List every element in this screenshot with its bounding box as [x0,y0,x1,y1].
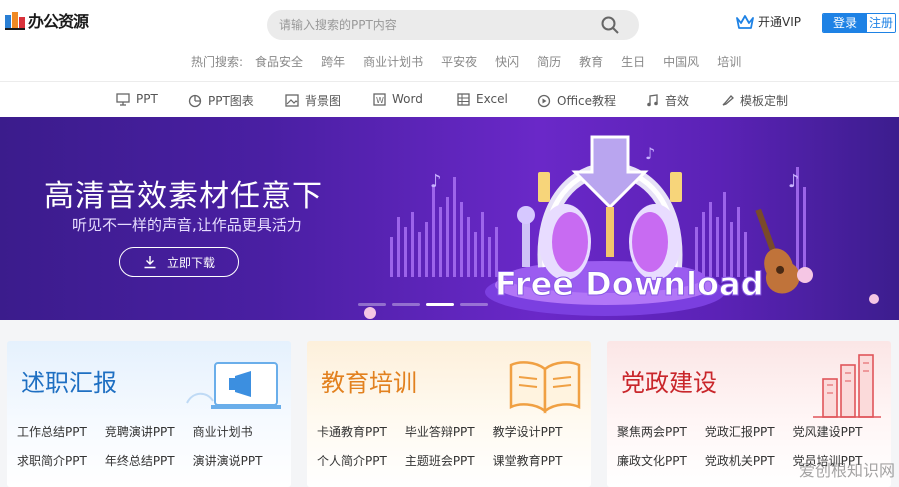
logo-text: 办公资源 [28,12,89,31]
nav-label: PPT [136,92,158,106]
watermark: 爱创根知识网 [798,461,895,480]
svg-text:♪: ♪ [430,171,442,192]
svg-text:♪: ♪ [645,144,655,163]
carousel-dots [358,303,494,306]
card-links: 工作总结PPT 竞聘演讲PPT 商业计划书 求职简介PPT 年终总结PPT 演讲… [17,423,287,481]
card-title: 述职汇报 [21,369,117,397]
excel-icon [457,92,470,106]
card-link[interactable]: 党政汇报PPT [705,423,775,440]
card-link[interactable]: 商业计划书 [193,423,253,440]
download-now-button[interactable]: 立即下载 [119,247,239,277]
card-links: 卡通教育PPT 毕业答辩PPT 教学设计PPT 个人简介PPT 主题班会PPT … [317,423,587,481]
banner-illustration: ♪ ♪ ♪ Free Download [364,135,879,319]
hot-search-item[interactable]: 商业计划书 [363,53,423,70]
crown-icon [736,14,754,29]
nav-item-excel[interactable]: Excel [457,92,508,106]
carousel-dot-active[interactable] [426,303,454,306]
header: 办公资源 开通VIP 登录 注册 热门搜索: 食品安全 跨年 商业计划书 平安夜… [0,0,899,82]
download-icon [144,256,156,269]
hot-search-item[interactable]: 生日 [621,53,645,70]
megaphone-icon [186,362,281,409]
card-link[interactable]: 主题班会PPT [405,452,475,469]
nav-label: Word [392,92,423,106]
card-link[interactable]: 竞聘演讲PPT [105,423,175,440]
card-link[interactable]: 演讲演说PPT [193,452,263,469]
music-icon [647,94,658,107]
image-icon [285,94,299,107]
hot-search-item[interactable]: 中国风 [663,53,699,70]
nav-item-sound[interactable]: 音效 [646,92,689,109]
card-link[interactable]: 课堂教育PPT [493,452,563,469]
card-title: 党政建设 [621,369,717,397]
card-link[interactable]: 年终总结PPT [105,452,175,469]
svg-text:W: W [376,96,384,105]
category-cards: 述职汇报 工作总结PPT 竞聘演讲PPT 商业计划书 求职简介PPT 年终总结P… [0,320,899,487]
card-title: 教育培训 [321,369,417,397]
card-link[interactable]: 工作总结PPT [17,423,87,440]
hot-search-item[interactable]: 平安夜 [441,53,477,70]
word-icon: W [373,92,386,106]
hot-search-item[interactable]: 快闪 [495,53,519,70]
search-bar [267,10,639,40]
nav-item-word[interactable]: W Word [373,92,423,106]
auth-buttons: 登录 注册 [822,13,896,33]
card-education[interactable]: 教育培训 卡通教育PPT 毕业答辩PPT 教学设计PPT 个人简介PPT 主题班… [307,341,591,487]
pie-chart-icon [188,94,202,107]
card-link[interactable]: 廉政文化PPT [617,452,687,469]
vip-link[interactable]: 开通VIP [736,13,801,30]
nav-label: 音效 [665,94,690,108]
login-button[interactable]: 登录 [823,14,867,32]
card-link[interactable]: 教学设计PPT [493,423,563,440]
carousel-dot[interactable] [460,303,488,306]
hot-search-item[interactable]: 培训 [717,53,741,70]
nav-item-background[interactable]: 背景图 [285,92,341,109]
hot-search-item[interactable]: 简历 [537,53,561,70]
bar-columns-icon [813,354,881,418]
card-link[interactable]: 党风建设PPT [793,423,863,440]
hot-search: 热门搜索: 食品安全 跨年 商业计划书 平安夜 快闪 简历 教育 生日 中国风 … [191,53,759,70]
banner-title: 高清音效素材任意下 [44,179,323,214]
card-link[interactable]: 党政机关PPT [705,452,775,469]
banner-art-text: Free Download [495,265,763,303]
brush-icon [722,95,734,106]
search-icon[interactable] [601,16,619,34]
monitor-icon [116,92,130,106]
hero-banner[interactable]: ♪ ♪ ♪ Free Download 高清音效素材任意下 听见不一样的声音,让… [0,117,899,320]
nav-label: Excel [476,92,508,106]
nav-item-ppt[interactable]: PPT [116,92,158,106]
search-input[interactable] [279,15,589,35]
vip-label: 开通VIP [758,15,801,29]
card-link[interactable]: 毕业答辩PPT [405,423,475,440]
open-book-icon [509,361,581,414]
card-link[interactable]: 聚焦两会PPT [617,423,687,440]
download-now-label: 立即下载 [166,255,215,270]
hot-search-item[interactable]: 教育 [579,53,603,70]
card-link[interactable]: 个人简介PPT [317,452,387,469]
nav-item-custom-template[interactable]: 模板定制 [721,92,788,109]
nav-label: 背景图 [305,94,342,108]
hot-search-item[interactable]: 食品安全 [255,53,303,70]
nav-label: 模板定制 [740,94,789,108]
nav-label: Office教程 [557,94,617,108]
carousel-dot[interactable] [392,303,420,306]
nav-label: PPT图表 [208,94,254,108]
card-report[interactable]: 述职汇报 工作总结PPT 竞聘演讲PPT 商业计划书 求职简介PPT 年终总结P… [7,341,291,487]
nav-item-ppt-chart[interactable]: PPT图表 [188,92,254,109]
hot-search-label: 热门搜索: [191,55,244,69]
register-button[interactable]: 注册 [867,14,895,32]
card-link[interactable]: 求职简介PPT [17,452,87,469]
svg-text:♪: ♪ [788,171,800,192]
play-icon [537,94,551,107]
banner-subtitle: 听见不一样的声音,让作品更具活力 [72,216,302,234]
logo-mark-icon [4,9,26,31]
card-link[interactable]: 卡通教育PPT [317,423,387,440]
logo[interactable]: 办公资源 [4,8,89,32]
hot-search-item[interactable]: 跨年 [321,53,345,70]
category-nav: PPT PPT图表 背景图 W Word Excel Office教程 音效 模… [0,82,899,117]
nav-item-office-tutorial[interactable]: Office教程 [537,92,616,109]
carousel-dot[interactable] [358,303,386,306]
